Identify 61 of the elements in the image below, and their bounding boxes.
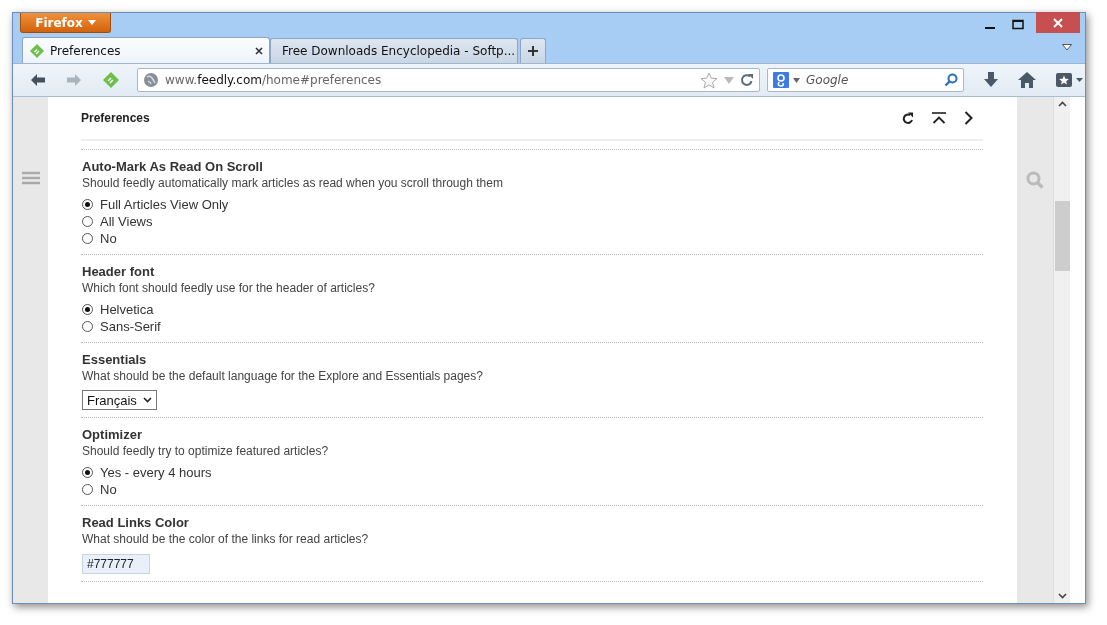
option-label[interactable]: Sans-Serif xyxy=(100,319,161,334)
radio-button[interactable] xyxy=(82,484,93,495)
scrollbar-thumb[interactable] xyxy=(1054,201,1070,271)
browser-tab[interactable]: Preferences xyxy=(22,37,270,63)
close-button[interactable] xyxy=(1036,12,1080,33)
site-icon xyxy=(29,42,45,59)
section-title: Optimizer xyxy=(82,426,143,443)
close-tab-icon[interactable] xyxy=(255,46,263,55)
scroll-down-icon[interactable] xyxy=(1057,593,1067,599)
search-icon[interactable] xyxy=(944,73,958,87)
search-engine-icon[interactable] xyxy=(773,72,789,88)
page-title: Preferences xyxy=(81,111,150,125)
section-title: Essentials xyxy=(82,351,148,368)
plus-icon[interactable] xyxy=(527,45,539,57)
radio-button[interactable] xyxy=(82,216,93,227)
radio-button[interactable] xyxy=(82,199,93,210)
radio-button[interactable] xyxy=(82,467,93,478)
search-bar[interactable]: Google xyxy=(767,68,964,92)
bookmarks-icon[interactable] xyxy=(1056,72,1084,88)
radio-button[interactable] xyxy=(82,233,93,244)
chevron-right-icon[interactable] xyxy=(964,111,973,125)
scroll-to-top-icon[interactable] xyxy=(932,112,946,124)
section-description: Should feedly try to optimize featured articles? xyxy=(82,443,330,460)
option-label[interactable]: No xyxy=(100,231,117,246)
option-label[interactable]: All Views xyxy=(100,214,153,229)
section-title: Header font xyxy=(82,263,156,280)
option-label[interactable]: Yes - every 4 hours xyxy=(100,465,212,480)
search-field[interactable]: Google xyxy=(804,72,940,88)
section-description: Should feedly automatically mark articles as read when you scroll through them xyxy=(82,175,504,192)
scrollbar[interactable] xyxy=(1053,97,1070,603)
section-description: What should be the default language for the Explore and Essentials pages? xyxy=(82,368,484,385)
language-dropdown[interactable]: Français xyxy=(82,390,157,410)
address-bar[interactable]: www.feedly.com/home#preferences xyxy=(137,68,760,92)
section-title: Read Links Color xyxy=(82,514,190,531)
radio-button[interactable] xyxy=(82,304,93,315)
radio-button[interactable] xyxy=(82,321,93,332)
new-tab-button[interactable] xyxy=(520,38,546,63)
globe-icon xyxy=(143,72,159,88)
download-icon[interactable] xyxy=(984,72,998,88)
caret-icon[interactable] xyxy=(142,397,152,403)
scroll-up-icon[interactable] xyxy=(1057,101,1067,107)
section-description: Which font should feedly use for the header of articles? xyxy=(82,280,376,297)
tab-title[interactable]: Free Downloads Encyclopedia - Softp... xyxy=(282,44,516,58)
option-label[interactable]: No xyxy=(100,482,117,497)
close-icon[interactable] xyxy=(1052,16,1064,29)
tab-title[interactable]: Preferences xyxy=(50,43,250,58)
option-label[interactable]: Helvetica xyxy=(100,302,154,317)
home-icon[interactable] xyxy=(1018,72,1036,88)
option-label[interactable]: Full Articles View Only xyxy=(100,197,229,212)
star-icon[interactable] xyxy=(700,71,718,89)
section-title: Auto-Mark As Read On Scroll xyxy=(82,158,264,175)
maximize-icon[interactable] xyxy=(1012,19,1024,31)
dropdown-icon[interactable] xyxy=(793,77,800,83)
url-text: www.feedly.com/home#preferences xyxy=(165,73,382,87)
section-description: What should be the color of the links for read articles? xyxy=(82,531,370,548)
color-input-field[interactable]: #777777 xyxy=(82,554,150,574)
dropdown-icon[interactable] xyxy=(1062,44,1072,51)
refresh-icon[interactable] xyxy=(902,111,914,125)
reload-icon[interactable] xyxy=(740,73,754,87)
back-icon[interactable] xyxy=(30,73,46,87)
browser-tab[interactable]: Free Downloads Encyclopedia - Softp... xyxy=(270,38,518,63)
